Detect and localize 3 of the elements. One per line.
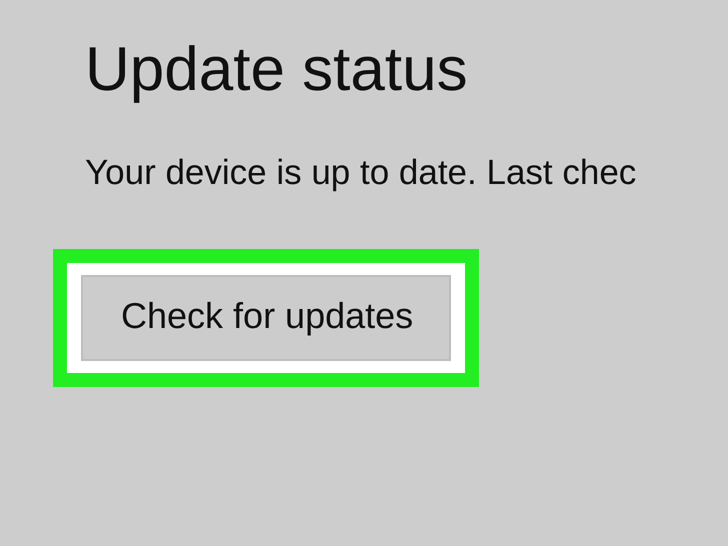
check-updates-button[interactable]: Check for updates [81,275,452,361]
page-title: Update status [85,34,468,105]
status-text: Your device is up to date. Last chec [85,153,636,193]
